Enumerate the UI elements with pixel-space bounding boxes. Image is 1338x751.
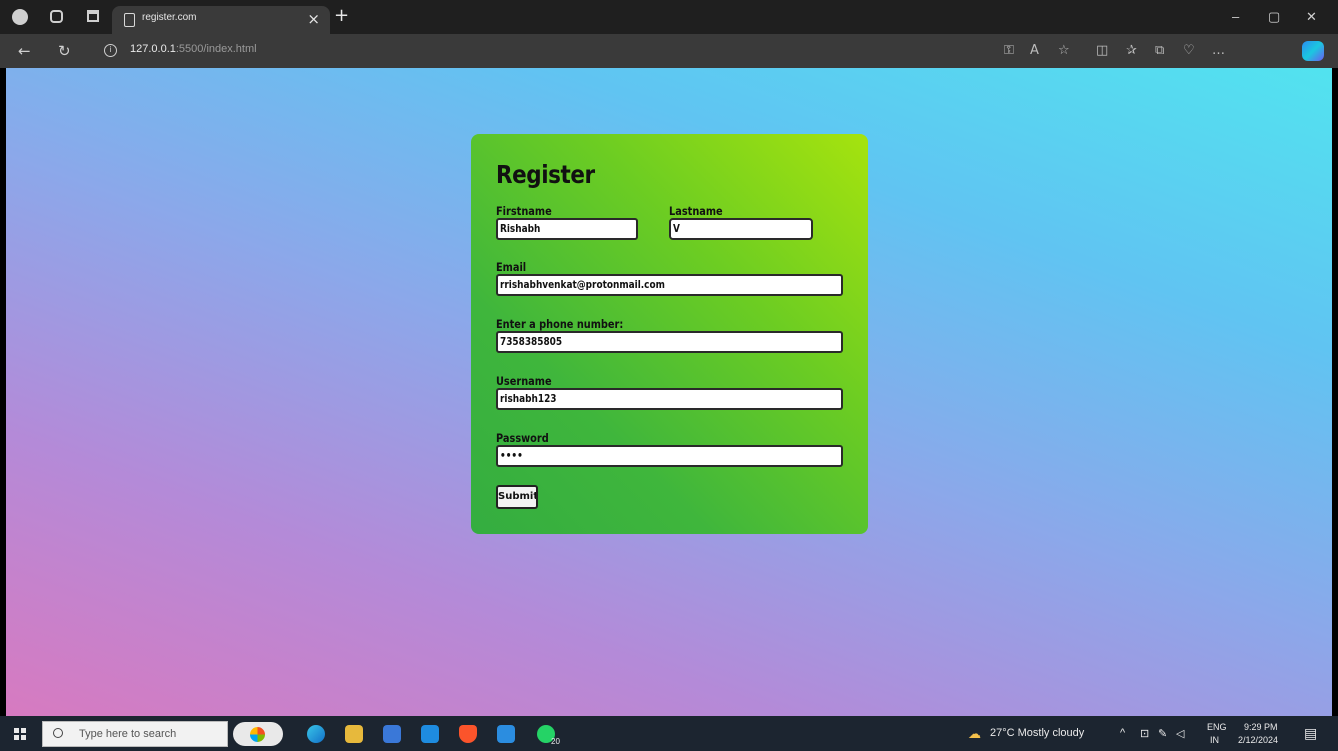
page-favicon-icon (124, 13, 135, 27)
back-arrow-icon[interactable]: ← (18, 42, 31, 60)
username-label: Username (496, 374, 552, 388)
key-icon[interactable]: ⚿ (1004, 44, 1014, 58)
copilot-pill-icon[interactable] (233, 722, 283, 746)
weather-text[interactable]: 27°C Mostly cloudy (990, 727, 1084, 739)
address-bar-row: ← ↻ i 127.0.0.1:5500/index.html ⚿ A ☆ ◫ … (0, 34, 1338, 68)
whatsapp-badge: 20 (551, 737, 560, 746)
taskbar: Type here to search 20 ☁ 27°C Mostly clo… (0, 716, 1338, 751)
email-label: Email (496, 260, 527, 274)
vscode-icon[interactable] (497, 725, 515, 743)
password-value: •••• (500, 450, 523, 462)
minimize-button[interactable]: – (1232, 9, 1239, 24)
mail-icon[interactable] (421, 725, 439, 743)
email-input[interactable]: rrishabhvenkat@protonmail.com (496, 274, 843, 296)
search-icon (53, 728, 63, 738)
taskbar-search-placeholder: Type here to search (79, 728, 177, 740)
workspaces-icon[interactable] (50, 10, 63, 23)
close-window-button[interactable]: ✕ (1306, 9, 1317, 25)
username-value: rishabh123 (500, 393, 557, 405)
brave-icon[interactable] (459, 725, 477, 743)
lastname-label: Lastname (669, 204, 723, 218)
firstname-value: Rishabh (500, 223, 541, 235)
phone-value: 7358385805 (500, 336, 563, 348)
url-host: 127.0.0.1 (130, 43, 176, 55)
collections-icon[interactable]: ⧉ (1155, 44, 1164, 58)
tab-strip: register.com × + – ▢ ✕ (0, 0, 1338, 34)
email-value: rrishabhvenkat@protonmail.com (500, 279, 665, 291)
store-icon[interactable] (383, 725, 401, 743)
favorite-star-icon[interactable]: ☆ (1058, 44, 1070, 58)
browser-tab[interactable]: register.com × (112, 6, 330, 34)
tray-chevron-icon[interactable]: ^ (1120, 727, 1125, 739)
edge-icon[interactable] (307, 725, 325, 743)
url-field[interactable]: i 127.0.0.1:5500/index.html (92, 39, 992, 63)
language-top[interactable]: ENG (1207, 722, 1227, 733)
favorites-icon[interactable]: ✰ (1126, 44, 1137, 58)
username-input[interactable]: rishabh123 (496, 388, 843, 410)
read-aloud-icon[interactable]: A (1030, 44, 1039, 58)
windows-start-icon[interactable] (14, 728, 26, 740)
more-menu-icon[interactable]: … (1212, 44, 1225, 58)
url-text: 127.0.0.1:5500/index.html (130, 43, 257, 55)
password-label: Password (496, 431, 549, 445)
notification-icon[interactable]: ▤ (1304, 725, 1317, 742)
clock-date[interactable]: 2/12/2024 (1238, 735, 1278, 746)
clock-time[interactable]: 9:29 PM (1244, 722, 1278, 733)
volume-icon[interactable]: ◁ (1176, 727, 1184, 740)
register-card: Register Firstname Rishabh Lastname V Em… (471, 134, 868, 534)
taskbar-search[interactable]: Type here to search (42, 721, 228, 747)
extensions-icon[interactable]: ♡ (1183, 44, 1195, 58)
network-icon[interactable]: ⊡ (1140, 727, 1149, 740)
submit-button[interactable]: Submit (496, 485, 538, 509)
lastname-value: V (673, 223, 680, 235)
split-screen-icon[interactable]: ◫ (1096, 44, 1108, 58)
phone-label: Enter a phone number: (496, 317, 624, 331)
firstname-input[interactable]: Rishabh (496, 218, 638, 240)
lastname-input[interactable]: V (669, 218, 813, 240)
tab-actions-icon[interactable] (87, 10, 99, 22)
url-path: :5500/index.html (175, 43, 257, 55)
restore-button[interactable]: ▢ (1268, 9, 1280, 25)
page-viewport: Register Firstname Rishabh Lastname V Em… (6, 68, 1332, 716)
firstname-label: Firstname (496, 204, 552, 218)
new-tab-button[interactable]: + (334, 6, 349, 26)
tab-title: register.com (142, 12, 197, 23)
password-input[interactable]: •••• (496, 445, 843, 467)
refresh-icon[interactable]: ↻ (58, 42, 71, 60)
page-title: Register (496, 160, 595, 189)
copilot-icon[interactable] (1302, 41, 1324, 61)
file-explorer-icon[interactable] (345, 725, 363, 743)
tab-close-icon[interactable]: × (307, 10, 320, 28)
pen-icon[interactable]: ✎ (1158, 727, 1167, 740)
language-bottom[interactable]: IN (1210, 735, 1219, 746)
site-info-icon[interactable]: i (104, 44, 117, 57)
weather-cloud-icon: ☁ (968, 726, 981, 741)
phone-input[interactable]: 7358385805 (496, 331, 843, 353)
profile-avatar-icon[interactable] (12, 9, 28, 25)
